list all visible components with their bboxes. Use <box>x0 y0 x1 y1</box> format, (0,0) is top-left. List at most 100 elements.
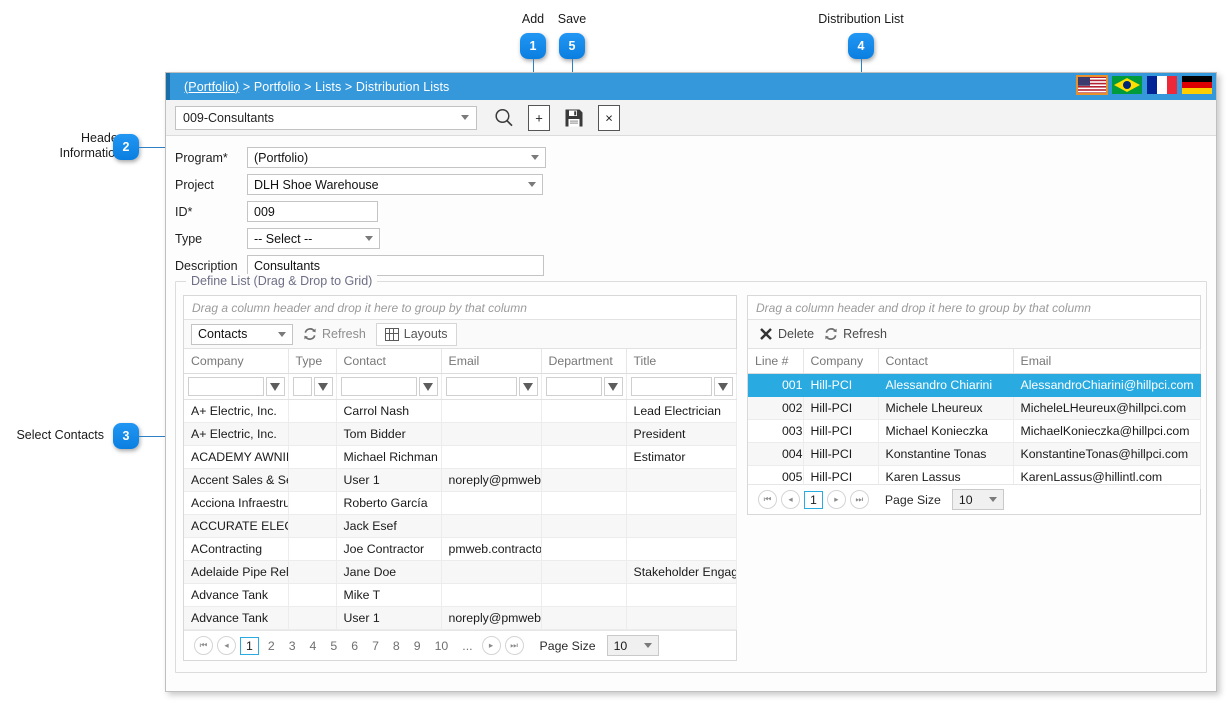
filter-button-title[interactable] <box>713 377 733 396</box>
distribution-prev-page-button[interactable]: ◂ <box>781 490 800 509</box>
table-row[interactable]: Advance Tank User 1 noreply@pmweb. <box>184 606 737 630</box>
save-icon <box>565 109 583 126</box>
close-icon <box>760 328 772 340</box>
table-row[interactable]: A+ Electric, Inc. Tom Bidder President <box>184 422 737 446</box>
field-row-project: Project DLH Shoe Warehouse <box>175 171 1216 198</box>
contacts-page-size-value: 10 <box>613 638 628 653</box>
distribution-page-size-select[interactable]: 10 <box>951 489 1004 510</box>
distribution-next-page-button[interactable]: ▸ <box>826 490 846 509</box>
breadcrumb-item-portfolio[interactable]: Portfolio <box>254 80 301 94</box>
type-select[interactable]: -- Select -- <box>247 228 380 249</box>
filter-button-contact[interactable] <box>418 377 438 396</box>
flag-germany-icon[interactable] <box>1182 76 1212 94</box>
table-row[interactable]: A+ Electric, Inc. Carrol Nash Lead Electri… <box>184 399 737 423</box>
add-glyph: + <box>535 110 543 125</box>
filter-input-title[interactable] <box>630 377 712 396</box>
contacts-col-department[interactable]: Department <box>541 349 627 374</box>
funnel-icon <box>270 382 280 391</box>
table-row[interactable]: 001 Hill-PCI Alessandro Chiarini Alessandro… <box>748 373 1201 397</box>
filter-input-company[interactable] <box>188 377 264 396</box>
search-icon <box>495 108 513 126</box>
table-row[interactable]: Adelaide Pipe Relat Jane Doe Stakeholder E… <box>184 560 737 584</box>
table-row[interactable]: Advance Tank Mike T <box>184 583 737 607</box>
contacts-first-page-button[interactable]: ⏮ <box>194 636 213 655</box>
distribution-first-page-button[interactable]: ⏮ <box>758 490 777 509</box>
id-field[interactable]: 009 <box>247 201 378 222</box>
cell-title: Stakeholder Engage <box>626 560 737 584</box>
cell-email: noreply@pmweb. <box>441 606 542 630</box>
distribution-group-drop-area[interactable]: Drag a column header and drop it here to… <box>748 296 1200 320</box>
table-row[interactable]: Accent Sales & Service User 1noreply@pmwe… <box>184 468 737 492</box>
contacts-col-email[interactable]: Email <box>441 349 542 374</box>
filter-input-department[interactable] <box>545 377 602 396</box>
contacts-next-page-button[interactable]: ▸ <box>481 636 501 655</box>
distribution-col-company[interactable]: Company <box>803 349 879 374</box>
contacts-page-8[interactable]: 8 <box>388 638 405 654</box>
flag-brazil-icon[interactable] <box>1112 76 1142 94</box>
table-row[interactable]: ACCURATE ELECTRIC Jack Esef <box>184 514 737 538</box>
contacts-page-1[interactable]: 1 <box>240 636 259 655</box>
contacts-source-select[interactable]: Contacts <box>191 323 293 345</box>
cell-line: 001 <box>748 373 804 397</box>
contacts-col-type[interactable]: Type <box>288 349 337 374</box>
table-row[interactable]: AContracting Joe Contractor pmweb.contract… <box>184 537 737 561</box>
delete-button[interactable]: × <box>596 104 622 131</box>
filter-button-email[interactable] <box>518 377 538 396</box>
add-button[interactable]: + <box>526 104 552 131</box>
flag-usa-icon[interactable] <box>1076 75 1108 95</box>
refresh-icon <box>825 328 837 340</box>
breadcrumb-item-lists[interactable]: Lists <box>315 80 341 94</box>
table-row[interactable]: 003 Hill-PCI Michael Konieczka MichaelKonie… <box>748 419 1201 443</box>
contacts-prev-page-button[interactable]: ◂ <box>217 636 236 655</box>
add-icon: + <box>528 104 550 131</box>
contacts-page-4[interactable]: 4 <box>305 638 322 654</box>
contacts-refresh-button[interactable]: Refresh <box>303 327 366 341</box>
table-row[interactable]: Acciona Infraestructu Roberto García <box>184 491 737 515</box>
cell-email <box>441 583 542 607</box>
filter-button-department[interactable] <box>603 377 623 396</box>
contacts-layouts-button[interactable]: Layouts <box>375 322 457 346</box>
contacts-group-drop-area[interactable]: Drag a column header and drop it here to… <box>184 296 736 320</box>
search-button[interactable] <box>491 105 517 131</box>
project-select[interactable]: DLH Shoe Warehouse <box>247 174 543 195</box>
breadcrumb-item-distribution-lists[interactable]: Distribution Lists <box>356 80 450 94</box>
distribution-last-page-button[interactable]: ⏭ <box>849 490 869 509</box>
contacts-last-page-button[interactable]: ⏭ <box>504 636 524 655</box>
distribution-col-contact[interactable]: Contact <box>878 349 1014 374</box>
program-select[interactable]: (Portfolio) <box>247 147 546 168</box>
description-field[interactable]: Consultants <box>247 255 544 276</box>
contacts-page-size-select[interactable]: 10 <box>606 635 659 656</box>
distribution-col-email[interactable]: Email <box>1013 349 1201 374</box>
contacts-page-7[interactable]: 7 <box>367 638 384 654</box>
contacts-page-5[interactable]: 5 <box>325 638 342 654</box>
contacts-col-company[interactable]: Company <box>184 349 289 374</box>
flag-france-icon[interactable] <box>1147 76 1177 94</box>
contacts-page-6[interactable]: 6 <box>346 638 363 654</box>
contacts-col-contact[interactable]: Contact <box>336 349 442 374</box>
contacts-col-title[interactable]: Title <box>626 349 737 374</box>
contacts-page-3[interactable]: 3 <box>284 638 301 654</box>
save-button[interactable] <box>561 105 587 131</box>
distribution-list-select[interactable]: 009-Consultants <box>175 105 477 130</box>
contacts-page-10[interactable]: 10 <box>430 638 454 654</box>
filter-input-contact[interactable] <box>340 377 417 396</box>
contacts-page-9[interactable]: 9 <box>409 638 426 654</box>
table-row[interactable]: 002 Hill-PCI Michele Lheureux MicheleLHeure… <box>748 396 1201 420</box>
distribution-page-1[interactable]: 1 <box>804 490 823 509</box>
cell-email: KonstantineTonas@hillpci.com <box>1013 442 1201 466</box>
table-row[interactable]: ACADEMY AWNING Michael Richman Estimator <box>184 445 737 469</box>
distribution-delete-button[interactable]: Delete <box>759 327 814 341</box>
distribution-refresh-button[interactable]: Refresh <box>824 327 887 341</box>
filter-button-type[interactable] <box>313 377 333 396</box>
contacts-refresh-label: Refresh <box>322 327 366 341</box>
contacts-page-...[interactable]: ... <box>457 638 477 654</box>
table-row[interactable]: 004 Hill-PCI Konstantine Tonas KonstantineT… <box>748 442 1201 466</box>
contacts-page-2[interactable]: 2 <box>263 638 280 654</box>
filter-input-type[interactable] <box>292 377 312 396</box>
breadcrumb-root-link[interactable]: (Portfolio) <box>184 80 239 94</box>
filter-button-company[interactable] <box>265 377 285 396</box>
filter-input-email[interactable] <box>445 377 517 396</box>
cell-title <box>626 514 737 538</box>
contacts-filter-contact <box>336 373 442 400</box>
distribution-col-line[interactable]: Line # <box>748 349 804 374</box>
